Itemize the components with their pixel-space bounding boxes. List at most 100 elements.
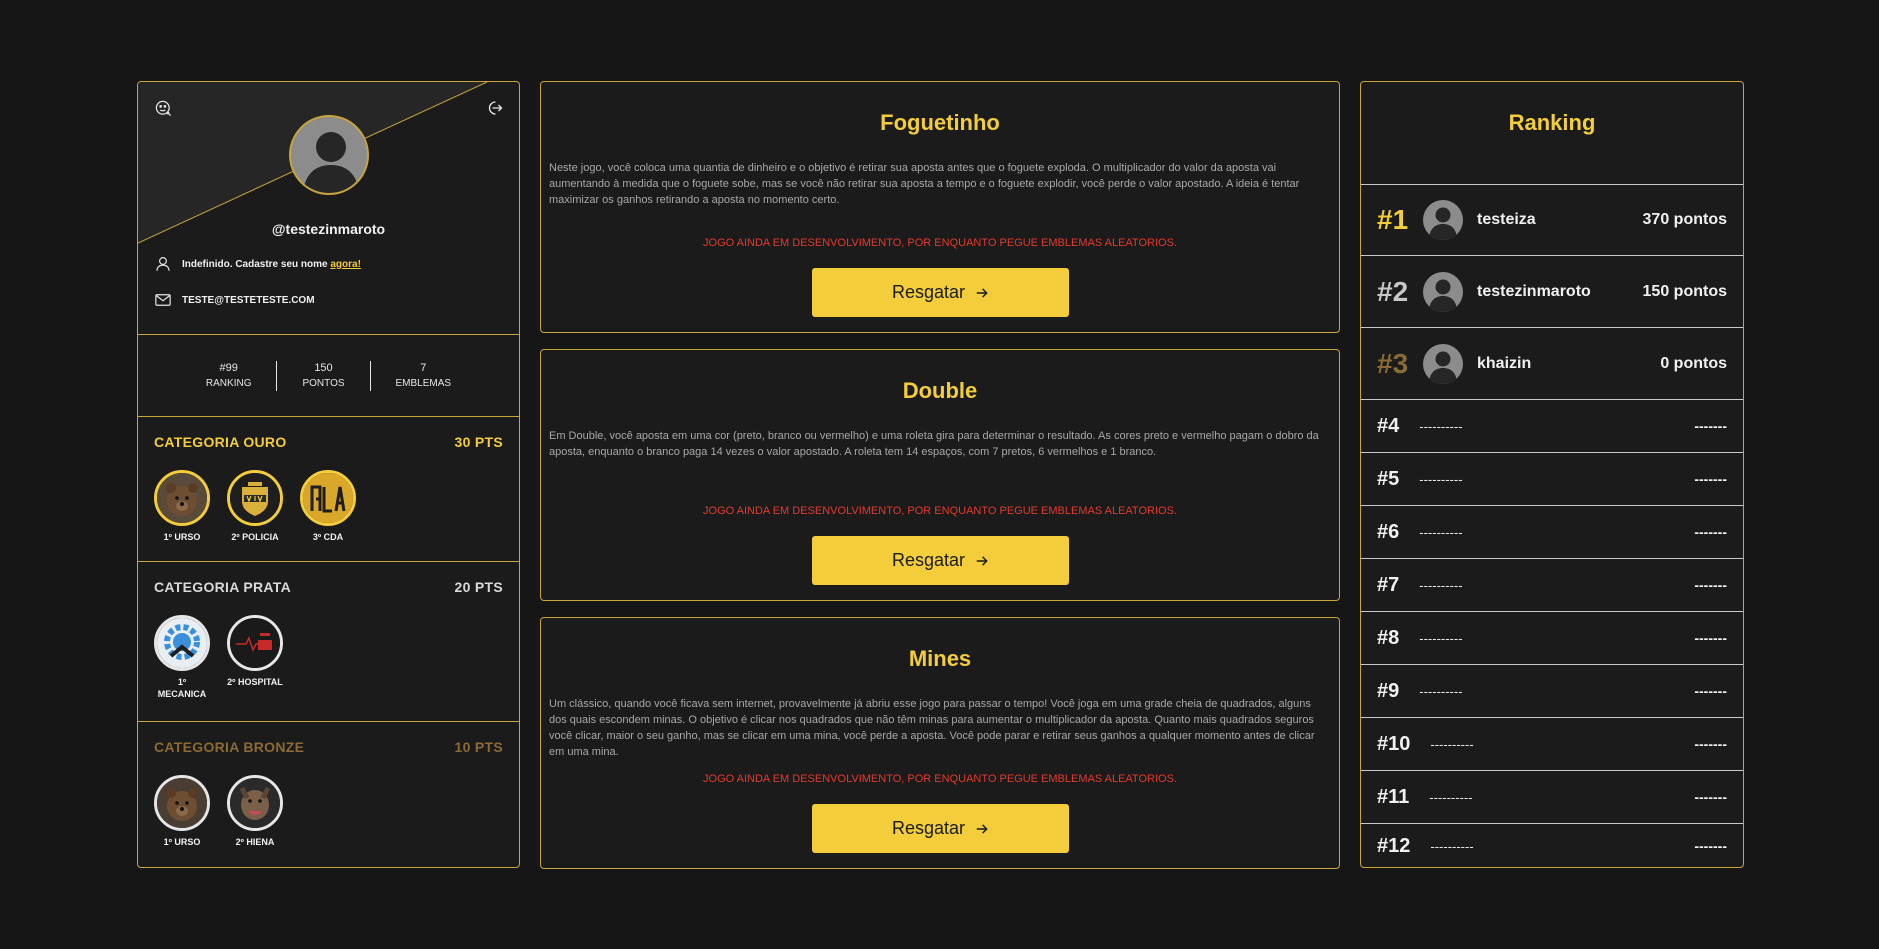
- rank-points: -------: [1694, 471, 1727, 487]
- hyena-emblem-icon: [227, 775, 283, 831]
- badge-label: 2º POLICIA: [231, 532, 279, 542]
- game-description: Em Double, você aposta em uma cor (preto…: [549, 430, 1319, 458]
- game-card-foguetinho: Foguetinho Neste jogo, você coloca uma q…: [540, 81, 1340, 333]
- rank-points: -------: [1694, 736, 1727, 752]
- stat-ranking: #99 RANKING: [205, 361, 252, 389]
- rank-username: ----------: [1429, 789, 1473, 805]
- rank-position: #6: [1377, 520, 1400, 543]
- rank-points: -------: [1694, 524, 1727, 540]
- rank-position: #12: [1377, 834, 1411, 857]
- name-notice: Indefinido. Cadastre seu nome agora!: [182, 258, 361, 270]
- ranking-row-12[interactable]: #12 ---------- -------: [1361, 824, 1743, 867]
- ranking-title: Ranking: [1508, 110, 1596, 135]
- game-title: Mines: [908, 646, 972, 671]
- game-warning: JOGO AINDA EM DESENVOLVIMENTO, POR ENQUA…: [703, 505, 1177, 517]
- rank-username: ----------: [1419, 471, 1463, 487]
- name-row: Indefinido. Cadastre seu nome agora!: [154, 255, 361, 273]
- ranking-row-4[interactable]: #4 ---------- -------: [1361, 400, 1743, 453]
- rank-points: 150 pontos: [1642, 282, 1727, 300]
- rank-username: ----------: [1419, 630, 1463, 646]
- game-title: Double: [902, 378, 978, 403]
- logout-icon[interactable]: [484, 98, 504, 118]
- badge-label: 2º HOSPITAL: [227, 677, 283, 687]
- game-card-mines: Mines Um clássico, quando você ficava se…: [540, 617, 1340, 869]
- register-name-link[interactable]: agora!: [330, 259, 361, 270]
- category-silver: CATEGORIA PRATA 20 PTS 1º MECANICA 2º HO…: [138, 562, 519, 722]
- profile-avatar[interactable]: [289, 115, 369, 195]
- avatar: [1423, 271, 1463, 312]
- ranking-row-1[interactable]: #1 testeiza 370 pontos: [1361, 184, 1743, 256]
- redeem-button[interactable]: Resgatar: [812, 804, 1069, 853]
- ranking-row-2[interactable]: #2 testezinmaroto 150 pontos: [1361, 256, 1743, 328]
- game-description: Neste jogo, você coloca uma quantia de d…: [549, 162, 1300, 206]
- badge-label: 1º URSO: [163, 837, 201, 847]
- bear-emblem-icon: [154, 775, 210, 831]
- badge-label: 2º HIENA: [235, 837, 275, 847]
- avatar: [1423, 343, 1463, 384]
- ranking-row-6[interactable]: #6 ---------- -------: [1361, 506, 1743, 559]
- rank-username: ----------: [1430, 736, 1474, 752]
- bear-emblem-icon: [154, 470, 210, 526]
- game-warning: JOGO AINDA EM DESENVOLVIMENTO, POR ENQUA…: [703, 773, 1177, 785]
- category-points: 20 PTS: [454, 579, 503, 595]
- arrow-right-icon: [976, 287, 988, 298]
- ranking-row-5[interactable]: #5 ---------- -------: [1361, 453, 1743, 506]
- rank-position: #9: [1377, 679, 1400, 702]
- rank-username: ----------: [1419, 418, 1463, 434]
- ranking-row-7[interactable]: #7 ---------- -------: [1361, 559, 1743, 612]
- category-title: CATEGORIA OURO: [154, 434, 287, 450]
- rank-position: #3: [1377, 347, 1409, 379]
- rank-position: #8: [1377, 626, 1400, 649]
- rank-position: #5: [1377, 467, 1400, 490]
- badge-mecanica[interactable]: 1º MECANICA: [154, 615, 210, 700]
- badge-hospital[interactable]: 2º HOSPITAL: [227, 615, 283, 700]
- rank-username: ----------: [1419, 524, 1463, 540]
- profile-stats: #99 RANKING 150 PONTOS 7 EMBLEMAS: [138, 335, 519, 417]
- stat-emblems: 7 EMBLEMAS: [369, 360, 477, 391]
- rank-position: #1: [1377, 204, 1409, 235]
- rank-username: testeiza: [1477, 211, 1536, 228]
- badge-hiena[interactable]: 2º HIENA: [227, 775, 283, 848]
- badge-label: 1º URSO: [163, 532, 201, 542]
- badge-cda[interactable]: 3º CDA: [300, 470, 356, 543]
- rank-username: khaizin: [1477, 354, 1532, 372]
- ranking-row-8[interactable]: #8 ---------- -------: [1361, 612, 1743, 665]
- ranking-row-9[interactable]: #9 ---------- -------: [1361, 665, 1743, 718]
- stat-points: 150 PONTOS: [276, 360, 369, 391]
- rank-username: ----------: [1430, 838, 1474, 854]
- category-points: 30 PTS: [454, 434, 503, 450]
- rank-position: #11: [1377, 785, 1410, 808]
- redeem-button[interactable]: Resgatar: [812, 536, 1069, 585]
- game-description: Um clássico, quando você ficava sem inte…: [549, 698, 1315, 758]
- edit-avatar-icon[interactable]: [153, 98, 173, 118]
- rank-position: #7: [1377, 573, 1400, 596]
- category-title: CATEGORIA BRONZE: [154, 739, 305, 755]
- category-gold: CATEGORIA OURO 30 PTS 1º URSO 2º POLICIA: [138, 417, 519, 562]
- profile-header: @testezinmaroto Indefinido. Cadastre seu…: [138, 82, 519, 335]
- category-title: CATEGORIA PRATA: [154, 579, 291, 595]
- user-icon: [156, 257, 170, 271]
- gear-emblem-icon: [154, 615, 210, 671]
- badge-policia[interactable]: 2º POLICIA: [227, 470, 283, 543]
- profile-username: @testezinmaroto: [271, 221, 386, 237]
- cda-emblem-icon: [300, 470, 356, 526]
- badge-urso[interactable]: 1º URSO: [154, 470, 210, 543]
- rank-position: #10: [1377, 732, 1411, 755]
- profile-email: TESTE@TESTETESTE.COM: [182, 294, 315, 306]
- ranking-row-10[interactable]: #10 ---------- -------: [1361, 718, 1743, 771]
- arrow-right-icon: [976, 555, 988, 566]
- rank-points: -------: [1694, 683, 1727, 699]
- category-points: 10 PTS: [454, 739, 503, 755]
- category-bronze: CATEGORIA BRONZE 10 PTS 1º URSO 2º HIENA: [138, 722, 519, 862]
- redeem-button[interactable]: Resgatar: [812, 268, 1069, 317]
- profile-panel: @testezinmaroto Indefinido. Cadastre seu…: [137, 81, 520, 868]
- rank-points: -------: [1694, 577, 1727, 593]
- ranking-row-3[interactable]: #3 khaizin 0 pontos: [1361, 328, 1743, 400]
- ranking-row-11[interactable]: #11 ---------- -------: [1361, 771, 1743, 824]
- email-row: TESTE@TESTETESTE.COM: [154, 291, 315, 309]
- arrow-right-icon: [976, 823, 988, 834]
- badge-urso-bronze[interactable]: 1º URSO: [154, 775, 210, 848]
- rank-username: ----------: [1419, 683, 1463, 699]
- mail-icon: [155, 294, 171, 306]
- police-emblem-icon: [227, 470, 283, 526]
